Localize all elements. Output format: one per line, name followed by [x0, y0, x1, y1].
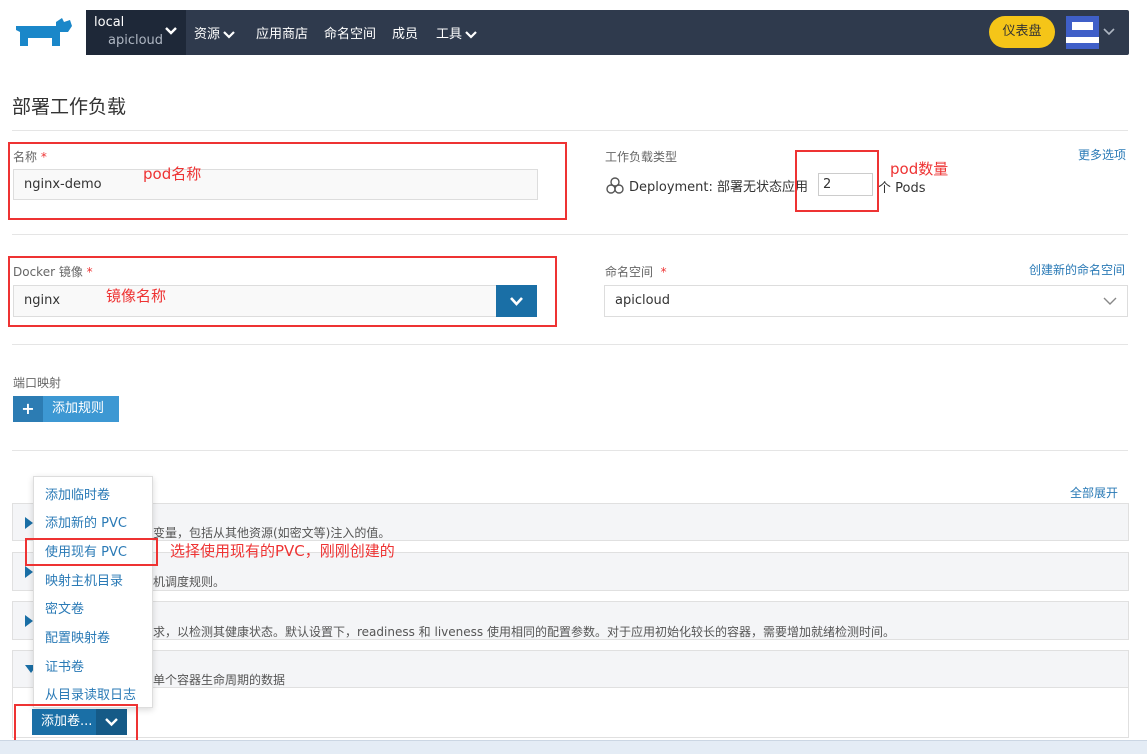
cluster-name: local	[94, 15, 125, 30]
nav-tools-label: 工具	[436, 27, 463, 42]
section-description: 单个容器生命周期的数据	[153, 673, 286, 687]
nav-namespaces[interactable]: 命名空间	[324, 23, 376, 42]
section-environment[interactable]: 变量，包括从其他资源(如密文等)注入的值。	[12, 503, 1129, 541]
annotation-box-existing-pvc	[25, 538, 158, 566]
add-rule-button[interactable]: + 添加规则	[13, 396, 119, 422]
project-name: apicloud	[108, 33, 164, 48]
menu-item-add-ephemeral[interactable]: 添加临时卷	[45, 484, 110, 503]
nav-resources[interactable]: 资源	[194, 23, 235, 42]
add-volume-menu: 添加临时卷 添加新的 PVC 使用现有 PVC 映射主机目录 密文卷 配置映射卷…	[33, 476, 153, 708]
expand-triangle-icon	[25, 517, 33, 529]
chevron-down-icon	[1103, 297, 1117, 305]
section-health-check[interactable]: 求，以检测其健康状态。默认设置下，readiness 和 liveness 使用…	[12, 601, 1129, 640]
top-nav: local apicloud 资源 应用商店 命名空间 成员 工具 仪表盘	[86, 10, 1129, 55]
chevron-down-icon	[165, 27, 177, 35]
annotation-box-add-volume	[14, 704, 138, 742]
dashboard-button[interactable]: 仪表盘	[989, 16, 1055, 48]
annotation-pod-count: pod数量	[890, 160, 949, 178]
workload-type-label: 工作负载类型	[605, 150, 678, 164]
add-rule-label: 添加规则	[52, 401, 105, 416]
section-volumes[interactable]: 单个容器生命周期的数据	[12, 650, 1129, 688]
section-description: 求，以检测其健康状态。默认设置下，readiness 和 liveness 使用…	[153, 625, 895, 639]
nav-resources-label: 资源	[194, 27, 221, 42]
nav-members-label: 成员	[392, 27, 419, 42]
rancher-logo-icon	[16, 18, 72, 46]
page-title: 部署工作负载	[12, 96, 127, 118]
nav-tools[interactable]: 工具	[436, 23, 477, 42]
menu-item-config-map[interactable]: 配置映射卷	[45, 627, 110, 646]
annotation-box-name	[8, 142, 567, 220]
annotation-box-pod-count	[795, 150, 879, 212]
required-mark: *	[660, 265, 667, 279]
divider	[12, 344, 1128, 345]
user-avatar[interactable]	[1066, 16, 1099, 49]
expand-triangle-icon	[25, 566, 33, 578]
chevron-down-icon	[465, 30, 477, 39]
annotation-pod-name: pod名称	[143, 165, 202, 183]
section-description: 机调度规则。	[153, 575, 226, 589]
plus-icon: +	[13, 396, 43, 422]
menu-item-add-new-pvc[interactable]: 添加新的 PVC	[45, 512, 127, 531]
nav-app-store[interactable]: 应用商店	[256, 23, 308, 42]
namespace-select-value: apicloud	[615, 293, 671, 308]
chevron-down-icon	[223, 30, 235, 39]
namespace-label: 命名空间 *	[605, 263, 667, 280]
namespace-select[interactable]: apicloud	[604, 285, 1128, 317]
annotation-use-pvc: 选择使用现有的PVC，刚刚创建的	[170, 542, 395, 560]
menu-item-certificate[interactable]: 证书卷	[45, 656, 84, 675]
deployment-icon	[606, 177, 624, 194]
nav-namespaces-label: 命名空间	[324, 27, 377, 42]
pods-unit: 个 Pods	[878, 181, 926, 196]
expand-all-link[interactable]: 全部展开	[1070, 484, 1118, 501]
section-description: 变量，包括从其他资源(如密文等)注入的值。	[153, 526, 391, 540]
expand-triangle-icon	[25, 615, 33, 627]
namespace-label-text: 命名空间	[605, 265, 654, 279]
annotation-box-image	[8, 256, 557, 327]
nav-members[interactable]: 成员	[392, 23, 418, 42]
footer-bar	[0, 740, 1147, 754]
more-options-link[interactable]: 更多选项	[1078, 146, 1126, 163]
divider	[12, 130, 1128, 131]
port-mapping-label: 端口映射	[13, 376, 62, 390]
divider	[12, 234, 1128, 235]
menu-item-log-from-dir[interactable]: 从目录读取日志	[45, 684, 136, 703]
create-namespace-link[interactable]: 创建新的命名空间	[1029, 261, 1125, 278]
deployment-type-text[interactable]: Deployment: 部署无状态应用	[629, 176, 808, 195]
chevron-down-icon[interactable]	[1102, 26, 1116, 38]
menu-item-host-path[interactable]: 映射主机目录	[45, 570, 123, 589]
divider	[12, 450, 1128, 451]
menu-item-secret[interactable]: 密文卷	[45, 598, 84, 617]
nav-app-store-label: 应用商店	[256, 27, 309, 42]
annotation-image-name: 镜像名称	[106, 287, 167, 305]
volumes-body	[12, 688, 1129, 738]
cluster-switcher[interactable]: local apicloud	[86, 10, 186, 55]
